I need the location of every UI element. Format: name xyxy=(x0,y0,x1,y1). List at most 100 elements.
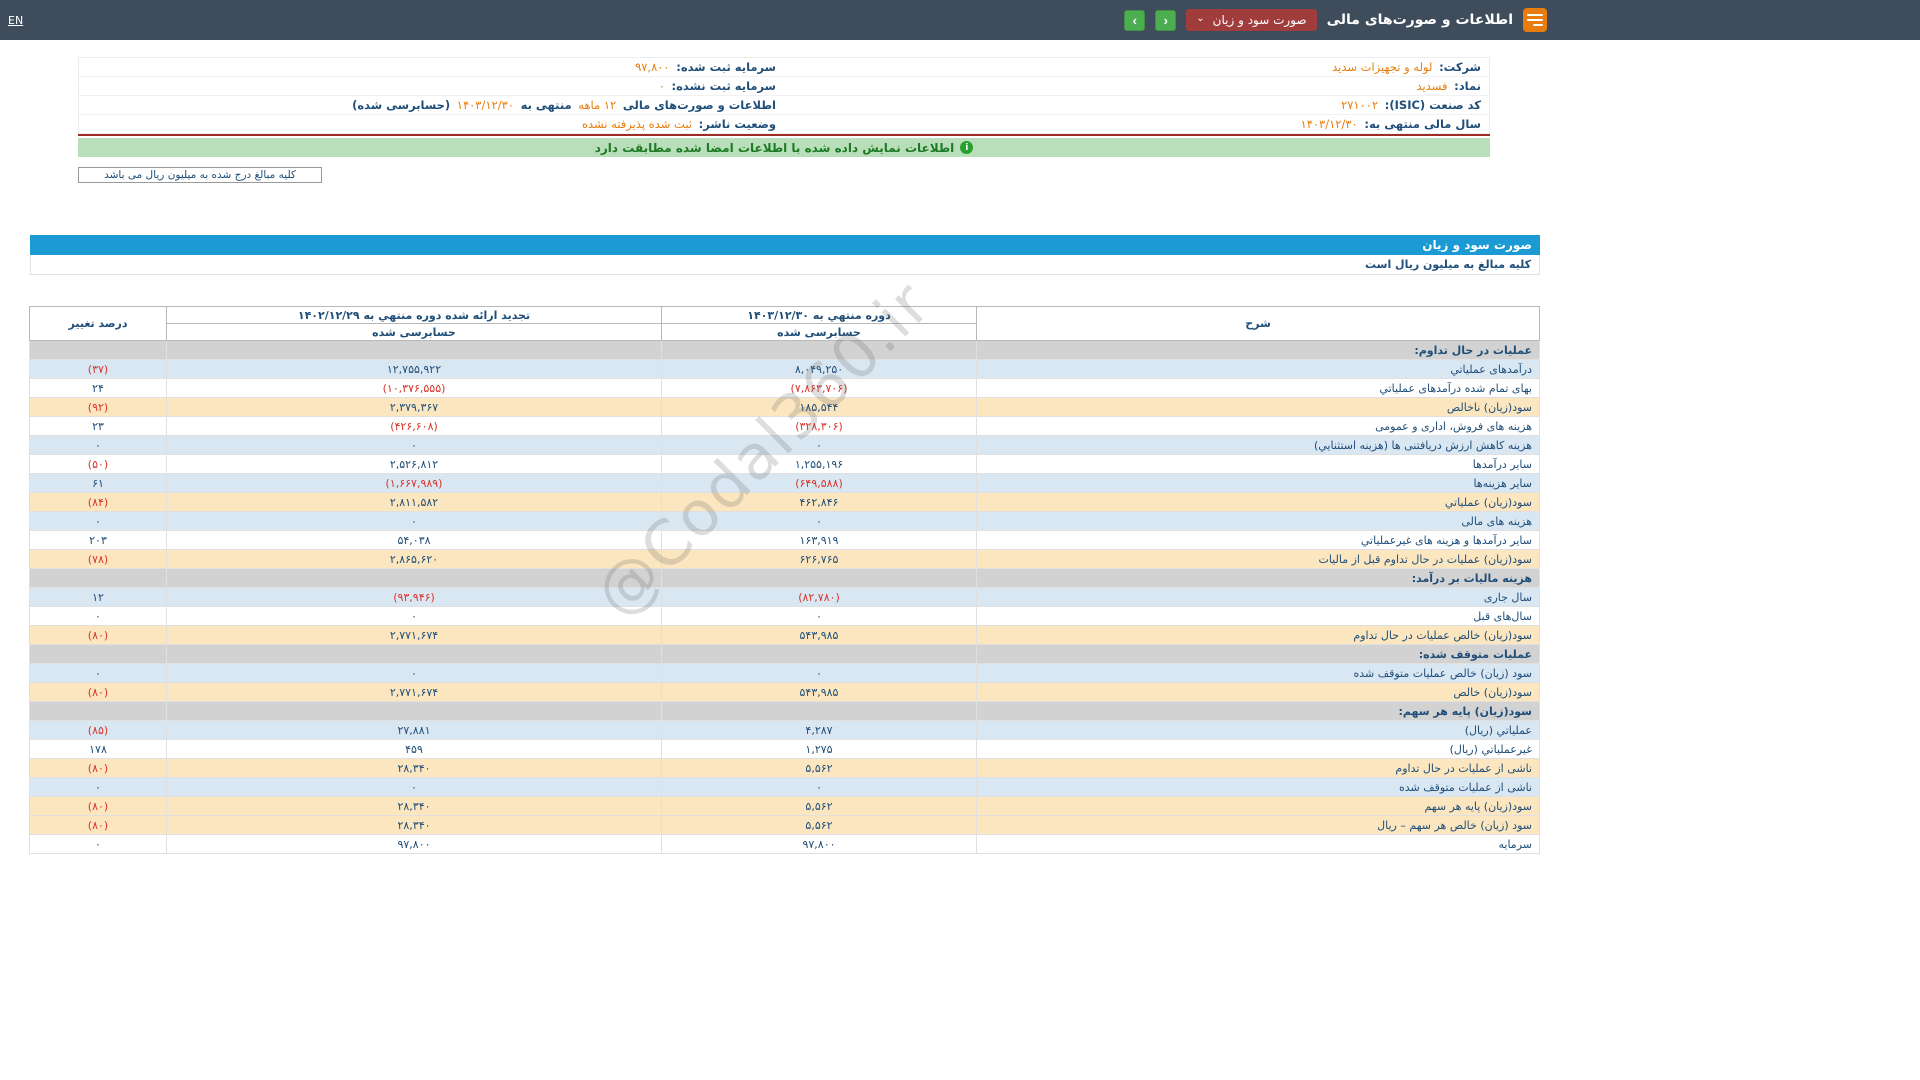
current-period-value: ۵,۵۶۲ xyxy=(661,815,977,835)
next-statement-button[interactable]: › xyxy=(1155,9,1177,31)
current-period-value: (۶۴۹,۵۸۸) xyxy=(661,473,977,493)
row-label: سال جاری xyxy=(976,587,1540,607)
table-row: ناشی از عملیات متوقف شده ۰ ۰ ۰ xyxy=(29,777,1540,797)
restated-period-value: ۱۲,۷۵۵,۹۲۲ xyxy=(166,359,662,379)
isic-cell: کد صنعت (ISIC): ۲۷۱۰۰۲ xyxy=(784,98,1489,112)
percent-change-value: ۰ xyxy=(29,663,167,683)
percent-change-value: ۰ xyxy=(29,777,167,797)
info-icon: i xyxy=(960,141,974,154)
statement-label: اطلاعات و صورت‌های مالی xyxy=(622,98,776,112)
red-separator-line xyxy=(78,134,1490,136)
page-title: اطلاعات و صورت‌های مالی xyxy=(1326,12,1513,28)
current-period-value: ۴,۲۸۷ xyxy=(661,720,977,740)
table-row: سود (زیان) خالص هر سهم – ریال ۵,۵۶۲ ۲۸,۳۴۰… xyxy=(29,815,1540,835)
restated-period-value: ۲,۵۲۶,۸۱۲ xyxy=(166,454,662,474)
current-period-value: ۸,۰۴۹,۲۵۰ xyxy=(661,359,977,379)
statement-type-dropdown[interactable]: صورت سود و زیان ⌄ xyxy=(1186,9,1317,31)
statement-table-header: شرح دوره منتهي به ۱۴۰۳/۱۲/۳۰ تجدید ارائه… xyxy=(29,306,1540,341)
section-label: عملیات در حال تداوم: xyxy=(976,340,1540,360)
current-period-value: ۰ xyxy=(661,777,977,797)
percent-change-value: ۲۳ xyxy=(29,416,167,436)
restated-period-value: (۱۰,۳۷۶,۵۵۵) xyxy=(166,378,662,398)
prev-statement-button[interactable]: ‹ xyxy=(1124,9,1146,31)
row-label: سایر درآمدها و هزینه های غیرعملیاتي xyxy=(976,530,1540,550)
col-subheader-current-audited: حسابرسی شده xyxy=(661,323,977,341)
restated-period-value: ۲,۷۷۱,۶۷۴ xyxy=(166,625,662,645)
restated-period-value: ۰ xyxy=(166,511,662,531)
row-label: ناشی از عملیات متوقف شده xyxy=(976,777,1540,797)
table-row: سود(زیان) خالص ۵۴۳,۹۸۵ ۲,۷۷۱,۶۷۴ (۸۰) xyxy=(29,682,1540,702)
col-subheader-restated-audited: حسابرسی شده xyxy=(166,323,662,341)
row-label: هزینه های مالی xyxy=(976,511,1540,531)
table-row: هزینه های فروش، اداری و عمومی (۳۲۸,۳۰۶) (۴… xyxy=(29,416,1540,436)
percent-change-value: ۲۴ xyxy=(29,378,167,398)
unregistered-capital-cell: سرمایه ثبت نشده: ۰ xyxy=(79,79,784,93)
restated-period-value: ۲۸,۳۴۰ xyxy=(166,758,662,778)
table-row: سال‌های قبل ۰ ۰ ۰ xyxy=(29,606,1540,626)
section-empty-cell xyxy=(29,340,167,360)
income-statement-table: شرح دوره منتهي به ۱۴۰۳/۱۲/۳۰ تجدید ارائه… xyxy=(29,306,1540,854)
restated-period-value: (۴۲۶,۶۰۸) xyxy=(166,416,662,436)
restated-period-value: ۲,۸۱۱,۵۸۲ xyxy=(166,492,662,512)
current-period-value: ۶۲۶,۷۶۵ xyxy=(661,549,977,569)
statement-period-value: ۱۲ ماهه xyxy=(578,98,617,112)
section-empty-cell xyxy=(661,340,977,360)
percent-change-value: (۳۷) xyxy=(29,359,167,379)
row-label: سود (زیان) خالص هر سهم – ریال xyxy=(976,815,1540,835)
unregistered-capital-value: ۰ xyxy=(658,79,665,93)
section-empty-cell xyxy=(29,701,167,721)
percent-change-value: (۸۰) xyxy=(29,796,167,816)
percent-change-value: (۷۸) xyxy=(29,549,167,569)
info-row: سال مالی منتهی به: ۱۴۰۳/۱۲/۳۰ وضعیت ناشر… xyxy=(79,115,1489,134)
current-period-value: ۱۶۳,۹۱۹ xyxy=(661,530,977,550)
table-row: عملیاتي (ریال) ۴,۲۸۷ ۲۷,۸۸۱ (۸۵) xyxy=(29,720,1540,740)
table-row: سال جاری (۸۲,۷۸۰) (۹۳,۹۴۶) ۱۲ xyxy=(29,587,1540,607)
table-row: سود(زیان) عملیات در حال تداوم قبل از مال… xyxy=(29,549,1540,569)
table-row: سود(زیان) عملیاتي ۴۶۲,۸۴۶ ۲,۸۱۱,۵۸۲ (۸۴) xyxy=(29,492,1540,512)
statement-type-dropdown-label: صورت سود و زیان xyxy=(1212,13,1307,27)
statement-table-wrap: شرح دوره منتهي به ۱۴۰۳/۱۲/۳۰ تجدید ارائه… xyxy=(29,306,1540,854)
restated-period-value: (۹۳,۹۴۶) xyxy=(166,587,662,607)
row-label: هزینه های فروش، اداری و عمومی xyxy=(976,416,1540,436)
current-period-value: ۰ xyxy=(661,435,977,455)
row-label: سایر درآمدها xyxy=(976,454,1540,474)
table-row: غیرعملیاتي (ریال) ۱,۲۷۵ ۴۵۹ ۱۷۸ xyxy=(29,739,1540,759)
row-label: ناشی از عملیات در حال تداوم xyxy=(976,758,1540,778)
current-period-value: ۰ xyxy=(661,606,977,626)
percent-change-value: ۰ xyxy=(29,511,167,531)
row-label: سود(زیان) ناخالص xyxy=(976,397,1540,417)
unregistered-capital-label: سرمایه ثبت نشده: xyxy=(671,79,776,93)
row-label: درآمدهای عملیاتي xyxy=(976,359,1540,379)
codal-logo-icon[interactable] xyxy=(1523,8,1547,32)
info-row: کد صنعت (ISIC): ۲۷۱۰۰۲ اطلاعات و صورت‌ها… xyxy=(79,96,1489,115)
table-row: سود(زیان) خالص عملیات در حال تداوم ۵۴۳,۹۸… xyxy=(29,625,1540,645)
percent-change-value: ۱۲ xyxy=(29,587,167,607)
current-period-value: ۵,۵۶۲ xyxy=(661,796,977,816)
row-label: عملیاتي (ریال) xyxy=(976,720,1540,740)
registered-capital-cell: سرمایه ثبت شده: ۹۷,۸۰۰ xyxy=(79,60,784,74)
signature-match-banner: i اطلاعات نمایش داده شده با اطلاعات امضا… xyxy=(78,138,1490,157)
row-label: سود(زیان) پایه هر سهم xyxy=(976,796,1540,816)
restated-period-value: ۹۷,۸۰۰ xyxy=(166,834,662,854)
income-statement-section: صورت سود و زیان کلیه مبالغ به میلیون ریا… xyxy=(29,235,1540,854)
restated-period-value: ۰ xyxy=(166,606,662,626)
statement-unit-note: کلیه مبالغ به میلیون ریال است xyxy=(30,255,1540,275)
percent-change-value: ۰ xyxy=(29,606,167,626)
registered-capital-label: سرمایه ثبت شده: xyxy=(676,60,776,74)
row-label: سود(زیان) عملیات در حال تداوم قبل از مال… xyxy=(976,549,1540,569)
restated-period-value: ۵۴,۰۳۸ xyxy=(166,530,662,550)
current-period-value: ۱,۲۵۵,۱۹۶ xyxy=(661,454,977,474)
section-label: هزینه مالیات بر درآمد: xyxy=(976,568,1540,588)
current-period-value: ۵۴۳,۹۸۵ xyxy=(661,625,977,645)
table-row: ناشی از عملیات در حال تداوم ۵,۵۶۲ ۲۸,۳۴۰ (۸… xyxy=(29,758,1540,778)
table-row: سود(زیان) پایه هر سهم ۵,۵۶۲ ۲۸,۳۴۰ (۸۰) xyxy=(29,796,1540,816)
table-row: هزینه کاهش ارزش دریافتنی ها (هزینه استثن… xyxy=(29,435,1540,455)
language-toggle-link[interactable]: EN xyxy=(8,14,23,27)
current-period-value: ۹۷,۸۰۰ xyxy=(661,834,977,854)
restated-period-value: ۲,۷۷۱,۶۷۴ xyxy=(166,682,662,702)
row-label: غیرعملیاتي (ریال) xyxy=(976,739,1540,759)
restated-period-value: ۰ xyxy=(166,777,662,797)
percent-change-value: ۰ xyxy=(29,834,167,854)
current-period-value: ۱,۲۷۵ xyxy=(661,739,977,759)
percent-change-value: ۰ xyxy=(29,435,167,455)
